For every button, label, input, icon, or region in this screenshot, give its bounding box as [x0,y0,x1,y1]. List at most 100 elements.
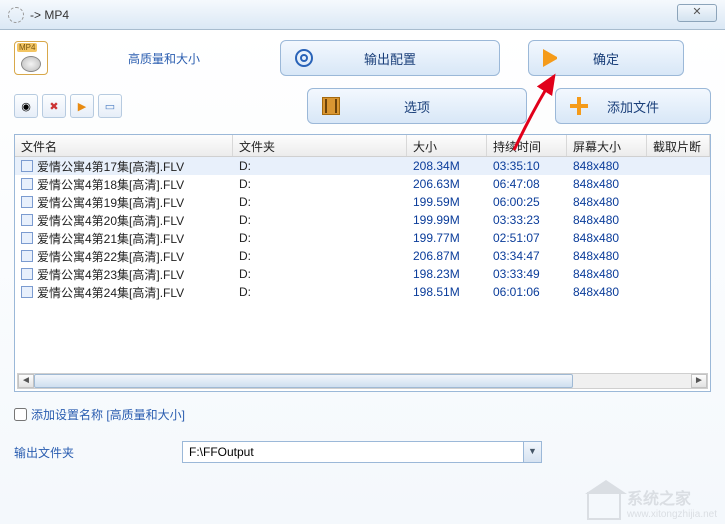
table-row[interactable]: 爱情公寓4第18集[高清].FLVD:206.63M06:47:08848x48… [15,175,710,193]
cell-folder: D: [233,230,407,246]
watermark: 系统之家 www.xitongzhijia.net [587,491,717,520]
cell-filename: 爱情公寓4第21集[高清].FLV [37,230,184,247]
confirm-button[interactable]: 确定 [528,40,684,76]
table-row[interactable]: 爱情公寓4第22集[高清].FLVD:206.87M03:34:47848x48… [15,247,710,265]
cell-resolution: 848x480 [567,284,647,300]
cell-size: 208.34M [407,158,487,174]
output-folder-label: 输出文件夹 [14,444,182,461]
table-row[interactable]: 爱情公寓4第19集[高清].FLV D:199.59M06:00:25848x48… [15,193,710,211]
cell-clip [647,165,710,167]
cell-clip [647,237,710,239]
house-icon [587,492,621,520]
options-button[interactable]: 选项 [307,88,527,124]
add-file-button[interactable]: 添加文件 [555,88,711,124]
cell-duration: 02:51:07 [487,230,567,246]
cell-duration: 06:00:25 [487,194,567,210]
table-header: 文件名 文件夹 大小 持续时间 屏幕大小 截取片断 [15,135,710,157]
cell-resolution: 848x480 [567,212,647,228]
add-file-label: 添加文件 [607,97,659,116]
options-label: 选项 [404,97,430,116]
tool-delete-icon[interactable]: ✖ [42,94,66,118]
output-folder-combo[interactable]: F:\FFOutput ▼ [182,441,542,463]
gear-icon [295,49,313,67]
plus-icon [570,97,588,115]
window-title: -> MP4 [30,8,69,22]
cell-clip [647,273,710,275]
cell-filename: 爱情公寓4第23集[高清].FLV [37,266,184,283]
cell-resolution: 848x480 [567,248,647,264]
cell-resolution: 848x480 [567,194,647,210]
cell-clip [647,291,710,293]
col-filename[interactable]: 文件名 [15,135,233,156]
cell-clip [647,219,710,221]
col-duration[interactable]: 持续时间 [487,135,567,156]
table-row[interactable]: 爱情公寓4第24集[高清].FLVD:198.51M06:01:06848x48… [15,283,710,301]
cell-filename: 爱情公寓4第17集[高清].FLV [37,158,184,175]
cell-filename: 爱情公寓4第20集[高清].FLV [37,212,184,229]
scroll-right-icon[interactable]: ► [691,374,707,388]
cell-size: 206.63M [407,176,487,192]
col-size[interactable]: 大小 [407,135,487,156]
file-icon [21,286,33,298]
cell-size: 199.59M [407,194,487,210]
file-icon [21,196,33,208]
col-clip[interactable]: 截取片断 [647,135,710,156]
cell-duration: 03:35:10 [487,158,567,174]
cell-resolution: 848x480 [567,266,647,282]
cell-filename: 爱情公寓4第19集[高清].FLV [37,194,184,211]
arrow-icon [543,49,561,67]
cell-filename: 爱情公寓4第24集[高清].FLV [37,284,184,301]
quality-label: 高质量和大小 [128,50,200,67]
scroll-thumb[interactable] [34,374,573,388]
close-button[interactable]: ✕ [677,4,717,22]
col-folder[interactable]: 文件夹 [233,135,407,156]
table-body: 爱情公寓4第17集[高清].FLVD:208.34M03:35:10848x48… [15,157,710,301]
output-config-button[interactable]: 输出配置 [280,40,500,76]
cell-folder: D: [233,266,407,282]
chevron-down-icon[interactable]: ▼ [523,442,541,462]
titlebar: -> MP4 ✕ [0,0,725,30]
file-icon [21,214,33,226]
cell-filename: 爱情公寓4第22集[高清].FLV [37,248,184,265]
cell-duration: 03:33:23 [487,212,567,228]
app-icon [8,7,24,23]
cell-resolution: 848x480 [567,158,647,174]
cell-folder: D: [233,248,407,264]
horizontal-scrollbar[interactable]: ◄ ► [17,373,708,389]
table-row[interactable]: 爱情公寓4第20集[高清].FLVD:199.99M03:33:23848x48… [15,211,710,229]
table-row[interactable]: 爱情公寓4第21集[高清].FLVD:199.77M02:51:07848x48… [15,229,710,247]
add-settings-name-label: 添加设置名称 [高质量和大小] [31,406,185,423]
cell-clip [647,201,710,203]
confirm-label: 确定 [593,49,619,68]
file-icon [21,178,33,190]
cell-size: 198.23M [407,266,487,282]
cell-duration: 03:34:47 [487,248,567,264]
cell-duration: 06:01:06 [487,284,567,300]
file-icon [21,160,33,172]
table-row[interactable]: 爱情公寓4第23集[高清].FLVD:198.23M03:33:49848x48… [15,265,710,283]
mp4-badge-icon [14,41,48,75]
file-table: 文件名 文件夹 大小 持续时间 屏幕大小 截取片断 爱情公寓4第17集[高清].… [14,134,711,392]
cell-resolution: 848x480 [567,230,647,246]
cell-folder: D: [233,284,407,300]
cell-clip [647,255,710,257]
col-screen[interactable]: 屏幕大小 [567,135,647,156]
cell-resolution: 848x480 [567,176,647,192]
cell-folder: D: [233,176,407,192]
tool-window-icon[interactable]: ▭ [98,94,122,118]
cell-filename: 爱情公寓4第18集[高清].FLV [37,176,184,193]
add-settings-name-checkbox[interactable] [14,408,27,421]
scroll-left-icon[interactable]: ◄ [18,374,34,388]
output-config-label: 输出配置 [364,49,416,68]
cell-clip [647,183,710,185]
film-icon [322,97,340,115]
watermark-line1: 系统之家 [627,491,717,509]
small-toolbar: ◉ ✖ ▶ ▭ [14,94,122,118]
file-icon [21,268,33,280]
file-icon [21,250,33,262]
cell-folder: D: [233,158,407,174]
tool-disc-icon[interactable]: ◉ [14,94,38,118]
tool-play-icon[interactable]: ▶ [70,94,94,118]
cell-folder: D: [233,194,407,210]
table-row[interactable]: 爱情公寓4第17集[高清].FLV D:208.34M03:35:10848x48… [15,157,710,175]
